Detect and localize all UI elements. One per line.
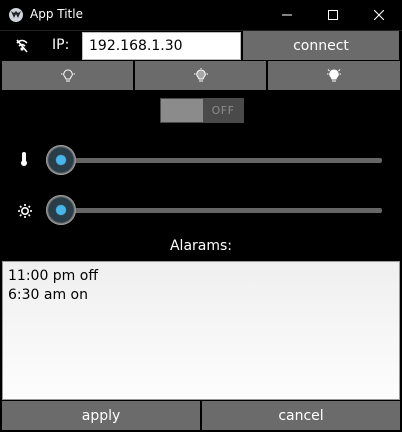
alarms-textarea[interactable] — [2, 261, 400, 400]
power-toggle-switch[interactable]: OFF — [160, 98, 244, 123]
light-high-button[interactable] — [268, 61, 400, 90]
bulb-high-icon — [327, 68, 341, 81]
cancel-button[interactable]: cancel — [202, 401, 400, 430]
app-logo-icon — [9, 8, 23, 22]
maximize-icon — [328, 10, 338, 20]
close-button[interactable] — [356, 0, 402, 30]
window-title: App Title — [30, 7, 83, 21]
toggle-knob — [161, 99, 203, 122]
minimize-button[interactable] — [264, 0, 310, 30]
light-medium-button[interactable] — [135, 61, 266, 90]
ip-label: IP: — [52, 37, 70, 53]
bulb-low-icon — [60, 68, 75, 81]
slider-track — [58, 158, 382, 163]
toggle-state-label: OFF — [211, 104, 235, 117]
connection-status-icon — [14, 38, 30, 58]
ip-input[interactable] — [82, 32, 241, 60]
maximize-button[interactable] — [310, 0, 356, 30]
brightness-icon — [18, 203, 32, 222]
apply-button[interactable]: apply — [2, 401, 200, 430]
bulb-medium-icon — [193, 67, 208, 81]
brightness-slider[interactable] — [46, 195, 382, 225]
light-low-button[interactable] — [2, 61, 133, 90]
close-icon — [374, 10, 384, 20]
slider-thumb[interactable] — [46, 195, 76, 225]
title-bar: App Title — [0, 0, 402, 31]
thermometer-icon — [18, 151, 30, 171]
slider-track — [58, 208, 382, 213]
temperature-slider[interactable] — [46, 145, 382, 175]
slider-thumb[interactable] — [46, 145, 76, 175]
minimize-icon — [282, 14, 292, 16]
alarms-label: Alarams: — [169, 238, 233, 254]
connect-button[interactable]: connect — [243, 31, 399, 60]
